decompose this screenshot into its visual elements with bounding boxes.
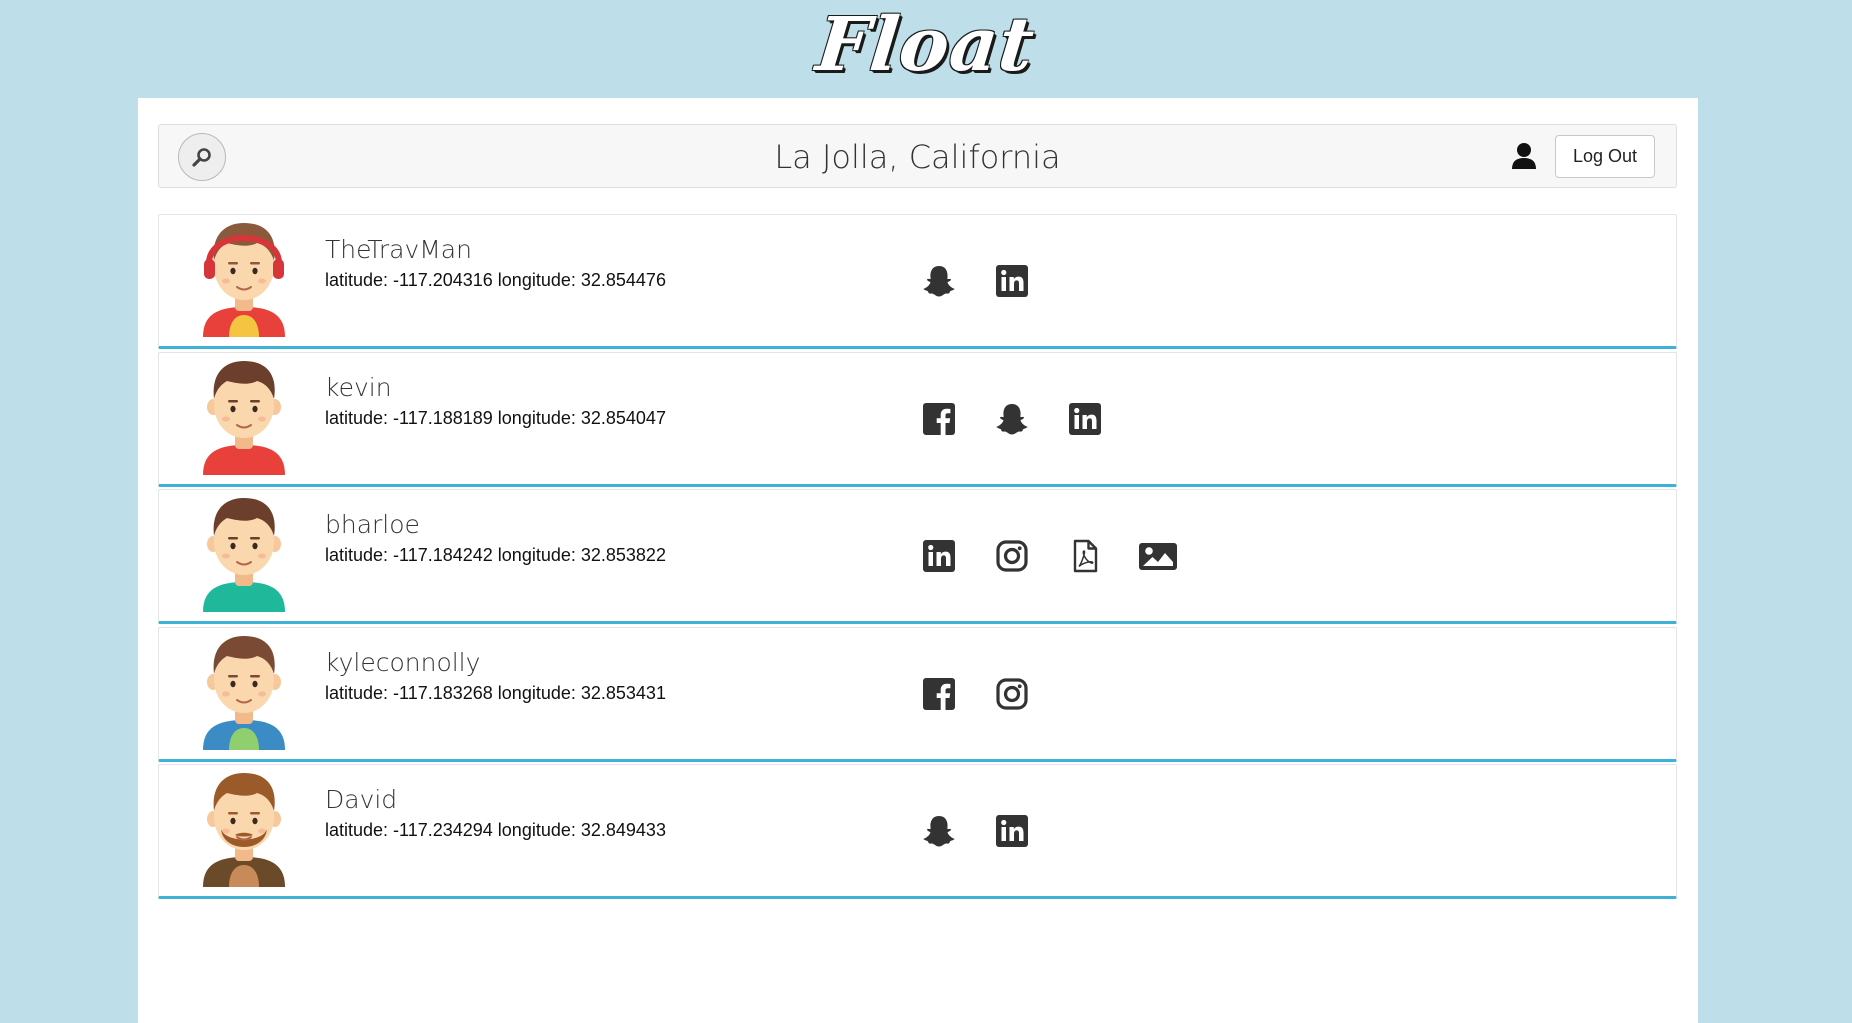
user-coordinates: latitude: -117.188189 longitude: 32.8540… [325, 407, 666, 428]
snapchat-icon[interactable] [990, 397, 1034, 441]
social-links [917, 397, 1136, 441]
facebook-icon[interactable] [917, 672, 961, 716]
social-links [917, 809, 1063, 853]
user-coordinates: latitude: -117.183268 longitude: 32.8534… [325, 682, 666, 703]
user-card[interactable]: TheTravMan latitude: -117.204316 longitud… [158, 214, 1677, 349]
search-button[interactable] [178, 133, 226, 181]
app-logo-text: Float [812, 2, 1040, 88]
user-icon[interactable] [1508, 139, 1540, 171]
user-coordinates: latitude: -117.184242 longitude: 32.8538… [325, 545, 666, 565]
search-icon [192, 148, 211, 167]
user-avatar [199, 628, 289, 750]
user-card[interactable]: kevin latitude: -117.188189 longitude: 32… [158, 351, 1677, 487]
user-card[interactable]: David latitude: -117.234294 longitude: 32… [158, 764, 1677, 899]
user-name[interactable]: bharloe [325, 510, 420, 539]
user-name[interactable]: kevin [325, 373, 392, 402]
social-links [917, 672, 1063, 716]
facebook-icon[interactable] [917, 397, 961, 441]
instagram-icon[interactable] [990, 534, 1034, 578]
user-avatar [199, 353, 289, 475]
user-coordinates: latitude: -117.234294 longitude: 32.8494… [325, 820, 666, 840]
pdf-icon[interactable] [1063, 534, 1107, 578]
instagram-icon[interactable] [990, 672, 1034, 716]
user-avatar [199, 765, 289, 887]
location-title: La Jolla, California [774, 138, 1061, 176]
user-coordinates: latitude: -117.204316 longitude: 32.8544… [325, 270, 666, 290]
linkedin-icon[interactable] [990, 809, 1034, 853]
user-name[interactable]: TheTravMan [325, 235, 472, 264]
main-panel: La Jolla, California Log Out TheTravMan l… [138, 98, 1698, 1023]
user-avatar [199, 490, 289, 612]
user-card[interactable]: bharloe latitude: -117.184242 longitude: … [158, 489, 1677, 624]
user-avatar [199, 215, 289, 337]
social-links [917, 534, 1209, 578]
linkedin-icon[interactable] [990, 259, 1034, 303]
user-name[interactable]: kyleconnolly [325, 648, 480, 677]
logout-button[interactable]: Log Out [1555, 135, 1655, 178]
user-card[interactable]: kyleconnolly latitude: -117.183268 longit… [158, 626, 1677, 762]
linkedin-icon[interactable] [917, 534, 961, 578]
social-links [917, 259, 1063, 303]
snapchat-icon[interactable] [917, 259, 961, 303]
image-icon[interactable] [1136, 534, 1180, 578]
linkedin-icon[interactable] [1063, 397, 1107, 441]
app-logo: Float [0, 2, 1852, 94]
location-header: La Jolla, California Log Out [158, 124, 1677, 188]
snapchat-icon[interactable] [917, 809, 961, 853]
user-name[interactable]: David [325, 785, 397, 814]
